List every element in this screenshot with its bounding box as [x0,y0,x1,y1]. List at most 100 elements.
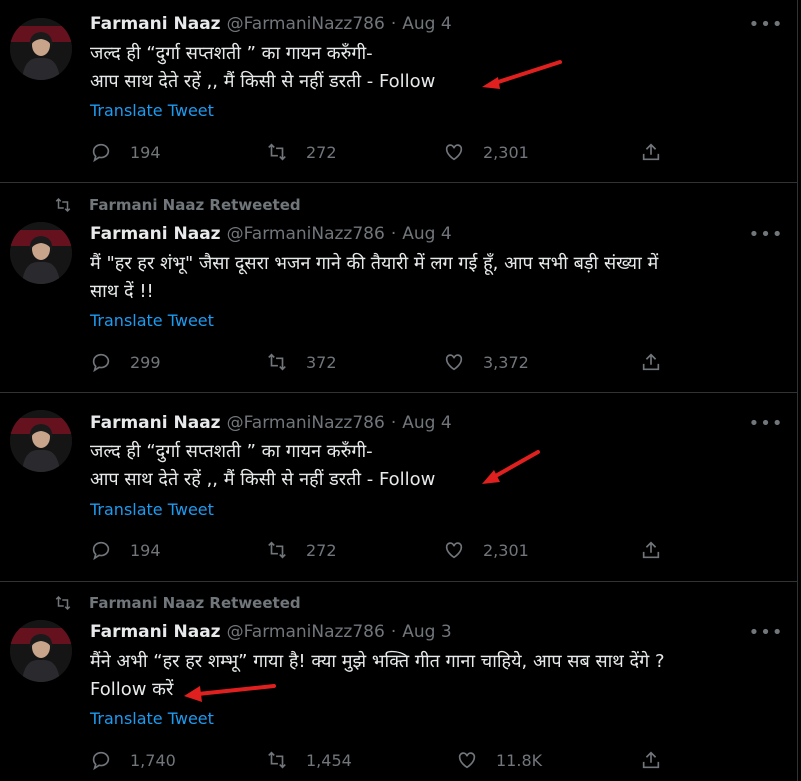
more-icon[interactable]: ••• [749,413,783,434]
separator-dot: · [390,622,397,642]
reply-icon [92,353,110,373]
tweet-line: आप साथ देते रहें ,, मैं किसी से नहीं डरत… [90,71,436,92]
retweet-count: 272 [306,142,337,162]
avatar[interactable] [10,410,72,472]
tweet-date[interactable]: Aug 4 [402,14,451,34]
reply-icon [92,541,110,561]
retweet-icon [55,197,71,213]
author-name[interactable]: Farmani Naaz [90,224,221,244]
retweeted-by-label[interactable]: Farmani Naaz Retweeted [89,196,301,214]
separator-dot: · [390,413,397,433]
column-border [797,0,798,781]
like-count: 2,301 [483,540,529,560]
tweet-actions: 194 272 2,301 [90,139,770,165]
tweet-line: आप साथ देते रहें ,, मैं किसी से नहीं डरत… [90,469,436,490]
annotation-arrow [482,450,540,484]
like-icon [458,752,476,769]
reply-icon [92,143,110,163]
separator-dot: · [390,224,397,244]
tweet-actions: 194 272 2,301 [90,537,770,563]
reply-button[interactable]: 194 [90,139,161,165]
reply-count: 299 [130,352,161,372]
like-icon [445,354,463,371]
like-button[interactable]: 11.8K [456,747,542,773]
like-button[interactable]: 2,301 [443,139,529,165]
share-icon [642,541,660,559]
retweet-icon [268,541,286,559]
more-icon[interactable]: ••• [749,622,783,643]
author-handle[interactable]: @FarmaniNazz786 [227,14,385,34]
tweet-date[interactable]: Aug 3 [402,622,451,642]
retweet-button[interactable]: 272 [266,139,337,165]
author-handle[interactable]: @FarmaniNazz786 [227,224,385,244]
translate-tweet-link[interactable]: Translate Tweet [90,500,214,519]
divider [0,182,797,183]
tweet-line: मैं "हर हर शंभू" जैसा दूसरा भजन गाने की … [90,253,659,274]
divider [0,392,797,393]
tweet-line: मैंने अभी “हर हर शम्भू” गाया है! क्या मु… [90,651,665,672]
retweeted-by-label[interactable]: Farmani Naaz Retweeted [89,594,301,612]
share-button[interactable] [640,537,680,563]
reply-button[interactable]: 1,740 [90,747,176,773]
translate-tweet-link[interactable]: Translate Tweet [90,709,214,728]
author-name[interactable]: Farmani Naaz [90,413,221,433]
annotation-arrow [482,60,562,89]
retweet-button[interactable]: 1,454 [266,747,352,773]
retweet-icon [268,751,286,769]
tweet-date[interactable]: Aug 4 [402,224,451,244]
like-button[interactable]: 2,301 [443,537,529,563]
translate-tweet-link[interactable]: Translate Tweet [90,101,214,120]
author-name[interactable]: Farmani Naaz [90,622,221,642]
like-count: 11.8K [496,750,543,770]
share-button[interactable] [640,349,680,375]
annotation-arrow [184,684,276,702]
tweet-header: Farmani Naaz @FarmaniNazz786 · Aug 4 [90,222,452,246]
retweet-icon [268,143,286,161]
divider [0,581,797,582]
like-icon [445,144,463,161]
more-icon[interactable]: ••• [749,224,783,245]
tweet-text: जल्द ही “दुर्गा सप्तशती ” का गायन करुँगी… [90,40,435,96]
tweet-actions: 299 372 3,372 [90,349,770,375]
retweeted-by-row: Farmani Naaz Retweeted [51,194,301,216]
avatar[interactable] [10,18,72,80]
tweet-line: साथ दें !! [90,281,154,302]
tweet-line: Follow करें [90,679,174,700]
tweet-text: जल्द ही “दुर्गा सप्तशती ” का गायन करुँगी… [90,438,435,494]
reply-button[interactable]: 299 [90,349,161,375]
reply-icon [92,751,110,771]
author-name[interactable]: Farmani Naaz [90,14,221,34]
retweet-icon [268,353,286,371]
tweet-header: Farmani Naaz @FarmaniNazz786 · Aug 4 [90,12,452,36]
like-button[interactable]: 3,372 [443,349,529,375]
like-count: 3,372 [483,352,529,372]
more-icon[interactable]: ••• [749,14,783,35]
tweet-date[interactable]: Aug 4 [402,413,451,433]
share-icon [642,143,660,161]
retweeted-by-row: Farmani Naaz Retweeted [51,592,301,614]
like-count: 2,301 [483,142,529,162]
reply-count: 1,740 [130,750,176,770]
share-icon [642,751,660,769]
tweet-text: मैंने अभी “हर हर शम्भू” गाया है! क्या मु… [90,648,665,704]
share-icon [642,353,660,371]
share-button[interactable] [640,747,680,773]
tweet-text: मैं "हर हर शंभू" जैसा दूसरा भजन गाने की … [90,250,658,306]
tweet-actions: 1,740 1,454 11.8K [90,747,770,773]
translate-tweet-link[interactable]: Translate Tweet [90,311,214,330]
reply-count: 194 [130,540,161,560]
share-button[interactable] [640,139,680,165]
tweet-line: जल्द ही “दुर्गा सप्तशती ” का गायन करुँगी… [90,43,373,64]
retweet-count: 372 [306,352,337,372]
avatar[interactable] [10,620,72,682]
retweet-button[interactable]: 272 [266,537,337,563]
author-handle[interactable]: @FarmaniNazz786 [227,413,385,433]
avatar[interactable] [10,222,72,284]
tweet-line: जल्द ही “दुर्गा सप्तशती ” का गायन करुँगी… [90,441,373,462]
reply-count: 194 [130,142,161,162]
author-handle[interactable]: @FarmaniNazz786 [227,622,385,642]
separator-dot: · [390,14,397,34]
reply-button[interactable]: 194 [90,537,161,563]
retweet-button[interactable]: 372 [266,349,337,375]
tweet-header: Farmani Naaz @FarmaniNazz786 · Aug 3 [90,620,452,644]
